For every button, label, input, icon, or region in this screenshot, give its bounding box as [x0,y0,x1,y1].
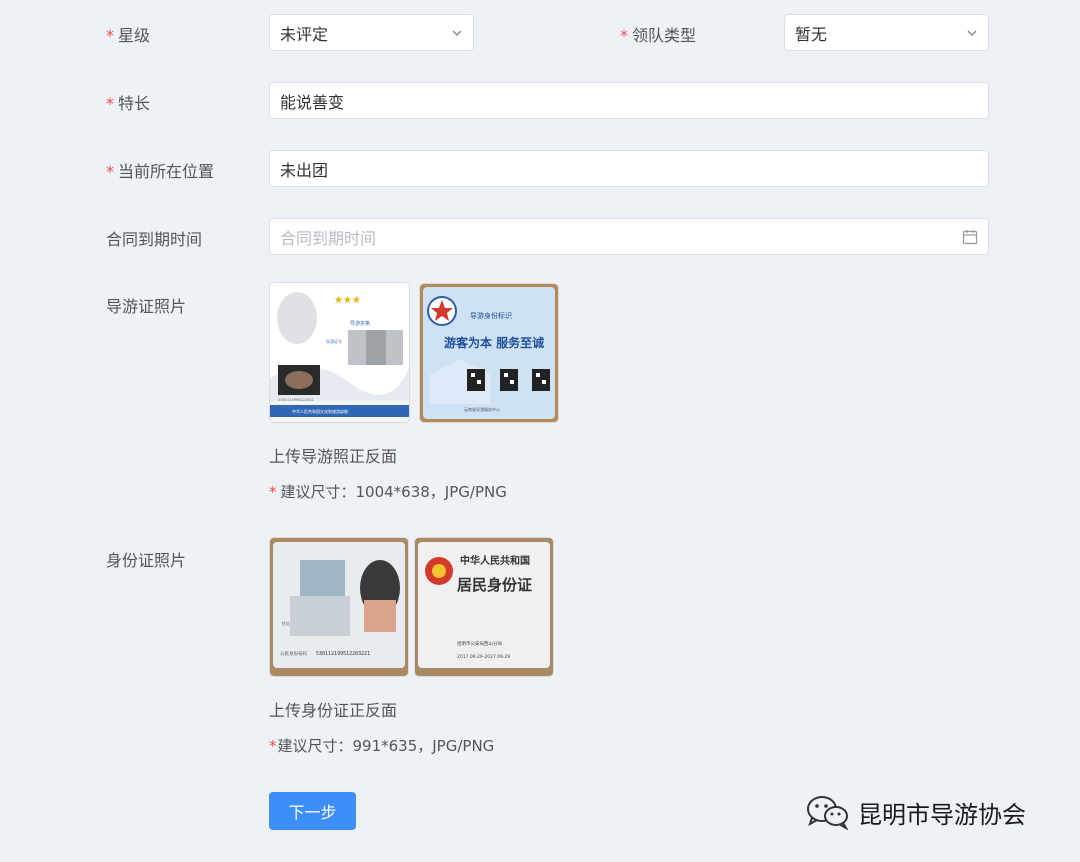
guide-front-footer: 中华人民共和国文化和旅游部制 [292,408,348,414]
guide-front-id-number: 5301121995122032 [278,398,314,402]
leader-type-select[interactable]: 暂无 [784,14,989,51]
guide-back-footer: 云南省导游服务中心 [464,406,500,412]
guide-card-front-image[interactable]: ★★★ 导游资格 导游证号 5301121995122032 中华人民共和国文化… [270,283,409,422]
contract-placeholder: 合同到期时间 [280,228,377,248]
id-back-title1: 中华人民共和国 [460,554,530,567]
id-front-id-number: 530112199512203221 [316,651,370,657]
guide-front-stars: ★★★ [334,295,361,306]
watermark-text: 昆明市导游协会 [858,800,1026,829]
id-back-title2: 居民身份证 [457,576,532,594]
location-input[interactable]: 未出团 [269,150,989,187]
guide-front-line1: 导游资格 [350,320,370,327]
id-size-hint: *建议尺寸：991*635，JPG/PNG [269,737,495,755]
id-back-valid: 2017.09.29-2027.09.29 [457,654,510,660]
star-select[interactable]: 未评定 [269,14,474,51]
chevron-down-icon [967,30,977,36]
id-back-issuer: 昆明市公安局西山分局 [457,640,502,647]
calendar-icon [962,229,978,244]
id-photo-label: 身份证照片 [106,551,187,570]
guide-upload-hint: 上传导游照正反面 [269,447,398,466]
guide-card-back-image[interactable]: 导游身份标识 游客为本 服务至诚 云南省导游服务中心 [420,284,558,422]
id-card-back-image[interactable]: 中华人民共和国 居民身份证 昆明市公安局西山分局 2017.09.29-2027… [415,538,553,676]
leader-type-label: * 领队类型 [620,26,697,45]
watermark: 昆明市导游协会 [806,794,1026,830]
guide-back-title: 导游身份标识 [470,311,512,320]
guide-photo-label: 导游证照片 [106,297,187,316]
contract-date-picker[interactable]: 合同到期时间 [269,218,989,255]
chevron-down-icon [452,30,462,36]
guide-back-slogan: 游客为本 服务至诚 [444,335,544,350]
next-step-button[interactable]: 下一步 [269,792,356,830]
contract-label: 合同到期时间 [106,230,203,249]
specialty-input[interactable]: 能说善变 [269,82,989,119]
id-card-front-image[interactable]: 住址 公民身份号码 530112199512203221 [270,538,408,676]
id-upload-hint: 上传身份证正反面 [269,701,398,720]
star-select-value: 未评定 [280,24,329,44]
id-front-field: 住址 [282,620,290,626]
guide-size-hint: * 建议尺寸：1004*638，JPG/PNG [269,483,507,501]
specialty-label: * 特长 [106,94,151,113]
specialty-value: 能说善变 [280,92,345,112]
location-value: 未出团 [280,160,329,180]
leader-type-select-value: 暂无 [795,24,828,44]
location-label: * 当前所在位置 [106,162,215,181]
guide-front-line2: 导游证号 [326,338,342,344]
wechat-icon [807,796,849,830]
star-label: * 星级 [106,26,151,45]
id-front-id-label: 公民身份号码 [280,650,307,657]
